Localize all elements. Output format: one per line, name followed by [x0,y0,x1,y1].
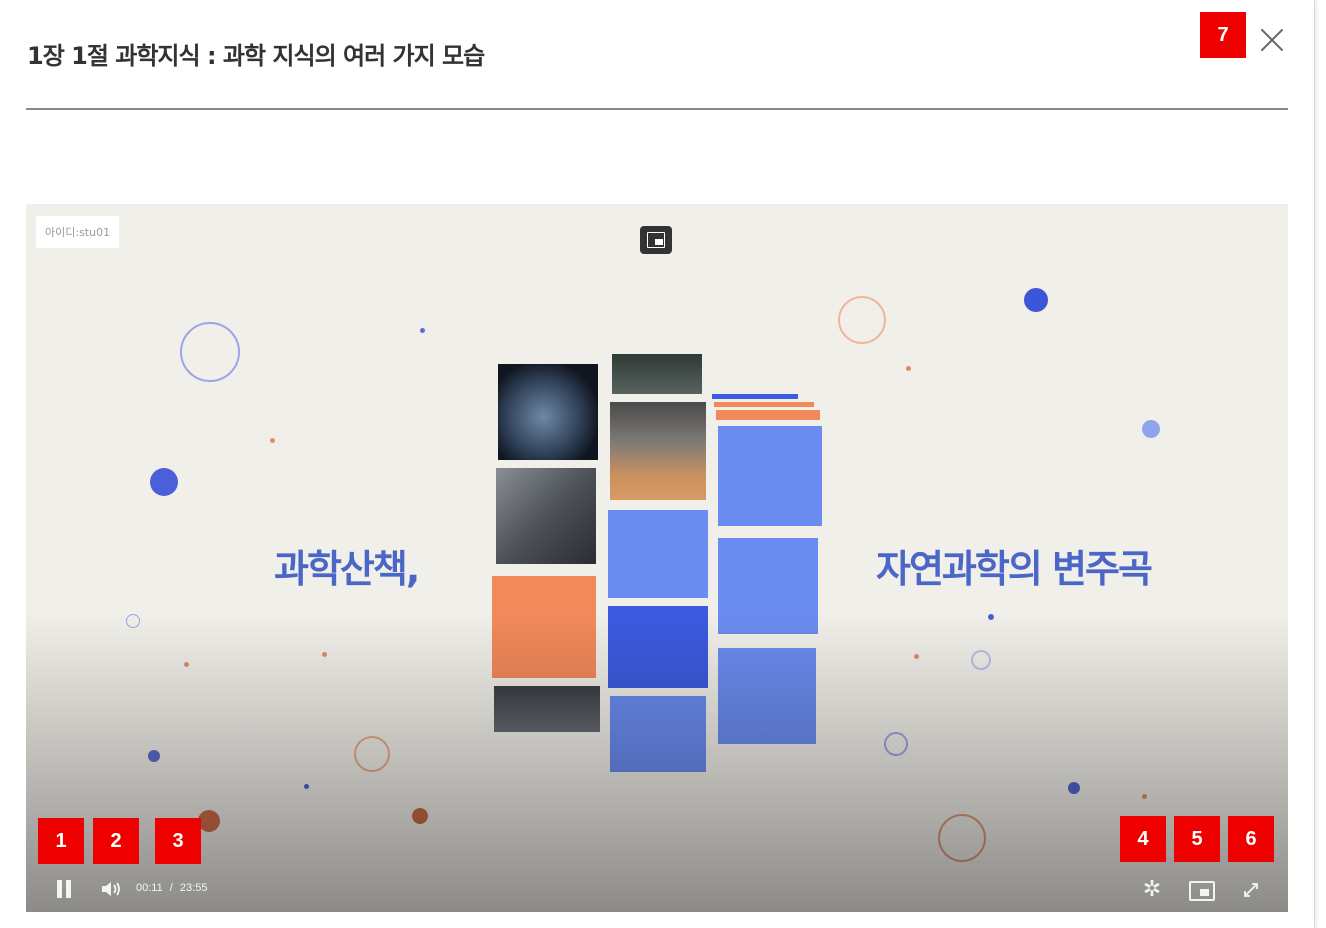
pause-icon[interactable] [56,880,72,898]
dot-decoration [412,808,428,824]
ring-decoration [180,322,240,382]
close-icon[interactable] [1255,22,1289,56]
ring-decoration [971,650,991,670]
orange-tile [492,576,596,678]
dot-decoration [304,784,309,789]
dot-decoration [322,652,327,657]
dot-decoration [906,366,911,371]
dot-decoration [1142,420,1160,438]
ring-decoration [938,814,986,862]
car-interior-image-tile [496,468,596,564]
settings-gear-icon[interactable]: ✲ [1140,878,1164,902]
laptop-image-tile [610,402,706,500]
dot-decoration [914,654,919,659]
duration: 23:55 [179,882,208,894]
picture-in-picture-icon[interactable] [1188,880,1215,901]
earth-image-tile [498,364,598,460]
ring-decoration [354,736,390,772]
dot-decoration [270,438,275,443]
modal-title: 1장 1절 과학지식 : 과학 지식의 여러 가지 모습 [27,42,485,70]
ring-decoration [126,614,140,628]
time-separator: / [169,882,173,894]
stripe-tile [714,402,814,407]
current-time: 00:11 [136,882,163,894]
annotation-badge-2: 2 [93,818,139,864]
dot-decoration [1068,782,1080,794]
picture-in-picture-icon[interactable] [640,226,672,254]
dot-decoration [988,614,994,620]
keyboard-image-tile [494,686,600,732]
ring-decoration [838,296,886,344]
headline-left: 과학산책, [274,547,420,591]
annotation-badge-5: 5 [1174,816,1220,862]
annotation-badge-3: 3 [155,818,201,864]
dot-decoration [198,810,220,832]
stripe-tile [716,410,820,420]
ring-decoration [884,732,908,756]
volume-icon[interactable] [100,880,124,898]
office-image-tile [612,354,702,394]
dot-decoration [1142,794,1147,799]
annotation-badge-7: 7 [1200,12,1246,58]
dark-blue-tile [608,606,708,688]
dot-decoration [1024,288,1048,312]
blue-tile [718,648,816,744]
blue-tile [718,426,822,526]
video-modal: 1장 1절 과학지식 : 과학 지식의 여러 가지 모습 과학산책, 자연과학의… [0,0,1315,928]
title-divider [26,108,1288,110]
dot-decoration [150,468,178,496]
dot-decoration [148,750,160,762]
blue-tile [718,538,818,634]
time-display: 00:11 / 23:55 [136,882,207,894]
annotation-badge-4: 4 [1120,816,1166,862]
blue-tile [608,510,708,598]
annotation-badge-6: 6 [1228,816,1274,862]
fullscreen-icon[interactable] [1240,880,1262,900]
blue-tile [610,696,706,772]
stripe-tile [712,394,798,399]
user-watermark: 아이디:stu01 [36,216,120,248]
headline-right: 자연과학의 변주곡 [876,547,1153,591]
dot-decoration [184,662,189,667]
dot-decoration [420,328,425,333]
annotation-badge-1: 1 [38,818,84,864]
video-player[interactable]: 과학산책, 자연과학의 변주곡 아이디:stu01 00:11 / 23:55 … [26,204,1288,912]
